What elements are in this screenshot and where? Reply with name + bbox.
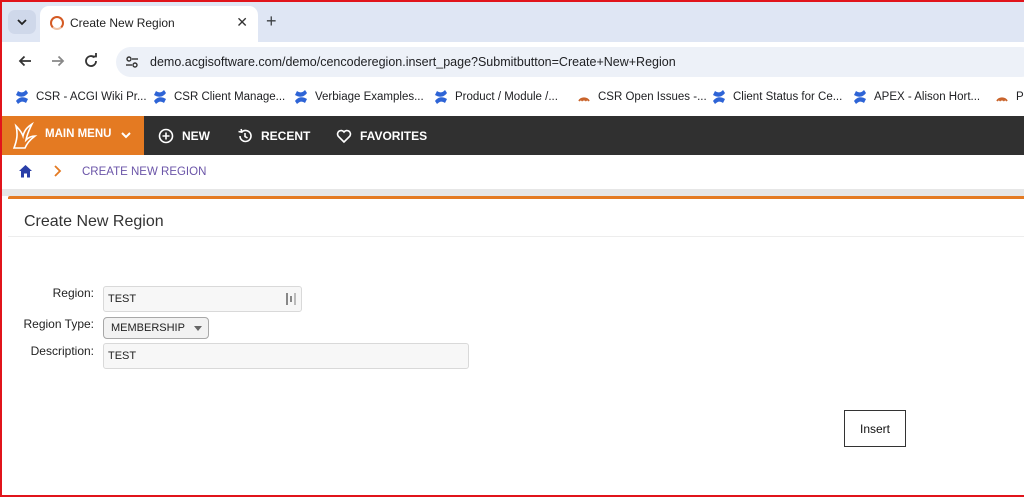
- bookmark-label: Product / Module /...: [455, 91, 558, 103]
- back-button[interactable]: [16, 52, 34, 70]
- site-favicon-icon: [50, 16, 64, 30]
- bookmark-label: CSR Client Manage...: [174, 91, 286, 103]
- site-settings-icon[interactable]: [124, 54, 140, 70]
- region-type-select[interactable]: MEMBERSHIP: [103, 317, 209, 339]
- description-value: TEST: [108, 350, 137, 362]
- confluence-icon: [854, 90, 866, 104]
- heart-icon: [336, 129, 352, 143]
- page-title: Create New Region: [24, 213, 164, 230]
- bookmark-item[interactable]: APEX - Alison Hort...: [852, 89, 980, 105]
- region-type-value: MEMBERSHIP: [111, 322, 185, 334]
- bookmark-item[interactable]: Pe: [994, 89, 1024, 105]
- arrow-right-icon: [52, 55, 65, 67]
- reload-button[interactable]: [82, 52, 100, 70]
- dropdown-arrow-icon: [194, 326, 202, 331]
- bookmark-item[interactable]: CSR Client Manage...: [152, 89, 285, 105]
- chevron-down-icon: [17, 19, 27, 26]
- url-text: demo.acgisoftware.com/demo/cencoderegion…: [150, 55, 676, 69]
- breadcrumb-current[interactable]: CREATE NEW REGION: [82, 166, 206, 178]
- history-icon: [238, 128, 252, 142]
- bookmark-label: Pe: [1016, 91, 1024, 103]
- confluence-icon: [435, 90, 447, 104]
- recent-button[interactable]: RECENT: [237, 116, 310, 155]
- main-menu-button[interactable]: MAIN MENU: [0, 116, 144, 155]
- app-header: MAIN MENU NEW RECENT FAVORITES: [0, 116, 1024, 155]
- apex-icon: [578, 97, 590, 102]
- bookmark-label: Verbiage Examples...: [315, 91, 424, 103]
- bookmarks-bar: CSR - ACGI Wiki Pr... CSR Client Manage.…: [0, 80, 1024, 116]
- home-icon[interactable]: [18, 164, 33, 179]
- reload-icon: [85, 53, 97, 67]
- chevron-down-icon: [121, 132, 131, 139]
- bookmark-label: CSR Open Issues -...: [598, 91, 707, 103]
- lookup-icon[interactable]: [285, 292, 297, 306]
- browser-tab-strip: Create New Region ✕ +: [0, 0, 1024, 42]
- description-input[interactable]: TEST: [103, 343, 469, 369]
- bookmark-item[interactable]: Verbiage Examples...: [293, 89, 424, 105]
- confluence-icon: [295, 90, 307, 104]
- bookmark-item[interactable]: CSR Open Issues -...: [576, 89, 707, 105]
- bookmark-label: Client Status for Ce...: [733, 91, 843, 103]
- confluence-icon: [16, 90, 28, 104]
- region-input[interactable]: TEST: [103, 286, 302, 312]
- app-logo-icon: [12, 121, 38, 149]
- favorites-label: FAVORITES: [360, 128, 428, 143]
- new-button[interactable]: NEW: [158, 116, 210, 155]
- main-menu-label: MAIN MENU: [45, 128, 112, 140]
- confluence-icon: [713, 90, 725, 104]
- bookmark-label: CSR - ACGI Wiki Pr...: [36, 91, 147, 103]
- bookmark-item[interactable]: Client Status for Ce...: [711, 89, 842, 105]
- apex-icon: [996, 97, 1008, 102]
- new-tab-button[interactable]: +: [266, 12, 277, 30]
- browser-toolbar: demo.acgisoftware.com/demo/cencoderegion…: [0, 42, 1024, 80]
- bookmark-label: APEX - Alison Hort...: [874, 91, 981, 103]
- chevron-right-icon: [54, 165, 62, 177]
- tab-close-icon[interactable]: ✕: [236, 14, 248, 30]
- tab-search-button[interactable]: [8, 10, 36, 34]
- bookmark-item[interactable]: CSR - ACGI Wiki Pr...: [14, 89, 147, 105]
- tab-title: Create New Region: [70, 16, 175, 30]
- bookmark-item[interactable]: Product / Module /...: [433, 89, 558, 105]
- region-value: TEST: [108, 293, 137, 305]
- breadcrumb: CREATE NEW REGION: [0, 155, 1024, 189]
- favorites-button[interactable]: FAVORITES: [336, 116, 427, 155]
- confluence-icon: [154, 90, 166, 104]
- address-bar[interactable]: demo.acgisoftware.com/demo/cencoderegion…: [116, 47, 1024, 77]
- region-label: Region:: [52, 286, 94, 300]
- header-divider: [0, 189, 1024, 196]
- recent-label: RECENT: [261, 128, 311, 143]
- insert-button[interactable]: Insert: [844, 410, 906, 447]
- arrow-left-icon: [18, 55, 31, 67]
- forward-button[interactable]: [49, 52, 67, 70]
- title-divider: [8, 236, 1024, 237]
- region-type-label: Region Type:: [23, 317, 95, 331]
- new-label: NEW: [182, 128, 210, 143]
- description-label: Description:: [30, 344, 94, 358]
- plus-circle-icon: [158, 128, 174, 143]
- browser-tab-active[interactable]: Create New Region ✕: [40, 6, 258, 42]
